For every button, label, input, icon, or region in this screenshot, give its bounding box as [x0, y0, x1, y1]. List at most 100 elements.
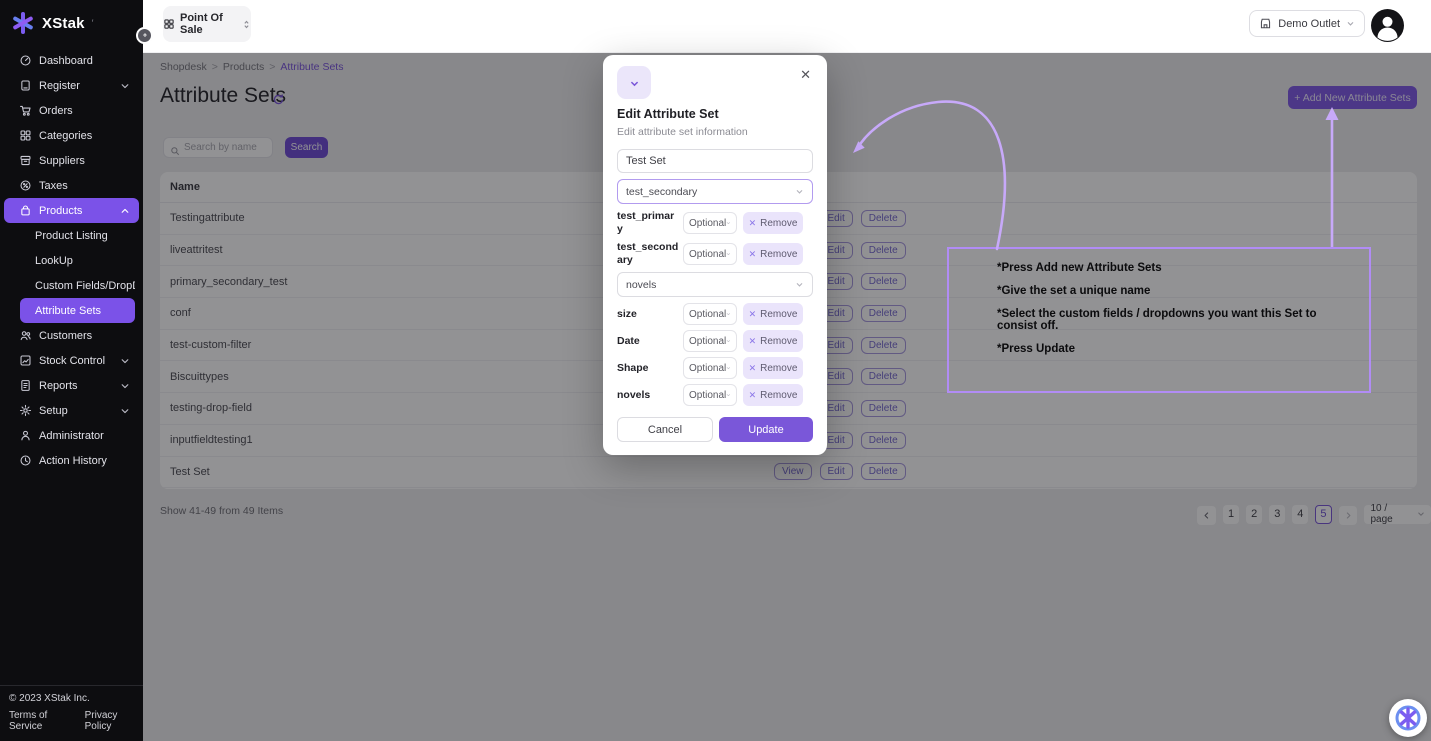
remove-attribute-button[interactable]: ✕Remove — [743, 243, 803, 265]
xstak-widget-button[interactable] — [1389, 699, 1427, 737]
close-icon[interactable]: ✕ — [798, 66, 813, 83]
optional-select[interactable]: Optional — [683, 243, 737, 265]
brand-logo: XStak ′ — [0, 0, 143, 45]
app: XStak ′ Dashboard Register Orders Categorie… — [0, 0, 1431, 741]
annotation-line: *Press Update — [997, 343, 1359, 355]
sidebar-item-label: Taxes — [39, 180, 68, 192]
sidebar-item-attribute-sets[interactable]: Attribute Sets — [20, 298, 135, 323]
app-switcher-pos-tab[interactable]: Point Of Sale — [163, 6, 251, 42]
sidebar-item-product-listing[interactable]: Product Listing — [20, 223, 135, 248]
sidebar-item-products[interactable]: Products — [4, 198, 139, 223]
sidebar-item-setup[interactable]: Setup — [4, 398, 139, 423]
remove-attribute-button[interactable]: ✕Remove — [743, 212, 803, 234]
sidebar-item-lookup[interactable]: LookUp — [20, 248, 135, 273]
grid-icon — [163, 18, 175, 30]
asterisk-logo-icon — [11, 11, 35, 35]
sidebar-item-custom-fields-dropd[interactable]: Custom Fields/DropD... — [20, 273, 135, 298]
edit-attribute-set-modal: ✕ Edit Attribute Set Edit attribute set … — [603, 55, 827, 455]
optional-select[interactable]: Optional — [683, 303, 737, 325]
chevron-down-icon — [726, 337, 731, 345]
collapse-chip-button[interactable] — [617, 66, 651, 99]
sidebar-footer: © 2023 XStak Inc. Terms of ServicePrivac… — [0, 685, 143, 741]
sidebar-item-suppliers[interactable]: Suppliers — [4, 148, 139, 173]
sidebar-item-stock-control[interactable]: Stock Control — [4, 348, 139, 373]
sidebar-item-label: Categories — [39, 130, 92, 142]
chevron-up-icon — [120, 206, 130, 216]
brand-tick: ′ — [92, 18, 94, 28]
attribute-set-name-input[interactable] — [617, 149, 813, 173]
optional-select-value: Optional — [689, 218, 726, 229]
footer-link-privacy[interactable]: Privacy Policy — [85, 710, 137, 732]
chevron-down-icon — [726, 310, 731, 318]
sidebar-item-label: Attribute Sets — [35, 305, 101, 317]
sidebar-item-categories[interactable]: Categories — [4, 123, 139, 148]
optional-select[interactable]: Optional — [683, 357, 737, 379]
sidebar-item-label: Register — [39, 80, 80, 92]
attribute-row: test_secondaryOptional✕Remove — [617, 241, 813, 267]
x-icon: ✕ — [749, 363, 757, 374]
attribute-rows-primary: test_primaryOptional✕Removetest_secondar… — [617, 210, 813, 267]
suppliers-icon — [19, 154, 32, 167]
sidebar-item-administrator[interactable]: Administrator — [4, 423, 139, 448]
remove-attribute-button[interactable]: ✕Remove — [743, 330, 803, 352]
optional-select[interactable]: Optional — [683, 384, 737, 406]
x-icon: ✕ — [749, 390, 757, 401]
attribute-name-label: size — [617, 308, 683, 321]
chevron-down-icon — [726, 250, 731, 258]
remove-label: Remove — [760, 390, 797, 401]
remove-attribute-button[interactable]: ✕Remove — [743, 303, 803, 325]
setup-icon — [19, 404, 32, 417]
sidebar-item-label: Action History — [39, 455, 107, 467]
user-avatar[interactable] — [1371, 9, 1404, 42]
chevron-down-icon — [726, 219, 731, 227]
attribute-name-label: Shape — [617, 362, 683, 375]
sidebar-item-label: Stock Control — [39, 355, 105, 367]
optional-select[interactable]: Optional — [683, 212, 737, 234]
x-icon: ✕ — [749, 218, 757, 229]
dashboard-icon — [19, 54, 32, 67]
cancel-button[interactable]: Cancel — [617, 417, 713, 442]
x-icon: ✕ — [749, 249, 757, 260]
outlet-label: Demo Outlet — [1278, 18, 1340, 30]
optional-select[interactable]: Optional — [683, 330, 737, 352]
remove-label: Remove — [760, 363, 797, 374]
store-icon — [1259, 17, 1272, 30]
sidebar-item-label: Dashboard — [39, 55, 93, 67]
sidebar-item-label: Setup — [39, 405, 68, 417]
annotation-line: *Select the custom fields / dropdowns yo… — [997, 308, 1359, 332]
custom-fields-select[interactable]: test_secondary — [617, 179, 813, 204]
sidebar-nav: Dashboard Register Orders Categories Supplie… — [0, 48, 143, 473]
x-icon: ✕ — [749, 336, 757, 347]
sidebar-item-label: Products — [39, 205, 82, 217]
remove-attribute-button[interactable]: ✕Remove — [743, 384, 803, 406]
sidebar-item-dashboard[interactable]: Dashboard — [4, 48, 139, 73]
sidebar-item-reports[interactable]: Reports — [4, 373, 139, 398]
chevron-down-icon — [120, 406, 130, 416]
brand-name: XStak — [42, 15, 85, 32]
remove-label: Remove — [760, 249, 797, 260]
sidebar-item-customers[interactable]: Customers — [4, 323, 139, 348]
sidebar-item-taxes[interactable]: Taxes — [4, 173, 139, 198]
remove-attribute-button[interactable]: ✕Remove — [743, 357, 803, 379]
admin-icon — [19, 429, 32, 442]
chevron-down-icon — [120, 381, 130, 391]
x-icon: ✕ — [749, 309, 757, 320]
sidebar-item-register[interactable]: Register — [4, 73, 139, 98]
dropdowns-select-value: novels — [626, 279, 656, 291]
outlet-selector[interactable]: Demo Outlet — [1249, 10, 1365, 37]
sidebar-item-label: LookUp — [35, 255, 73, 267]
pos-tab-label: Point Of Sale — [180, 12, 237, 36]
update-button[interactable]: Update — [719, 417, 813, 442]
footer-link-terms[interactable]: Terms of Service — [9, 710, 72, 732]
sidebar-item-label: Product Listing — [35, 230, 108, 242]
orders-icon — [19, 104, 32, 117]
sidebar-item-action-history[interactable]: Action History — [4, 448, 139, 473]
sidebar-collapse-toggle[interactable]: ‹› — [136, 27, 153, 44]
history-icon — [19, 454, 32, 467]
chevron-down-icon — [726, 364, 731, 372]
attribute-rows-secondary: sizeOptional✕RemoveDateOptional✕RemoveSh… — [617, 303, 813, 406]
attribute-row: DateOptional✕Remove — [617, 330, 813, 352]
sidebar-item-label: Customers — [39, 330, 92, 342]
sidebar-item-orders[interactable]: Orders — [4, 98, 139, 123]
dropdowns-select[interactable]: novels — [617, 272, 813, 297]
